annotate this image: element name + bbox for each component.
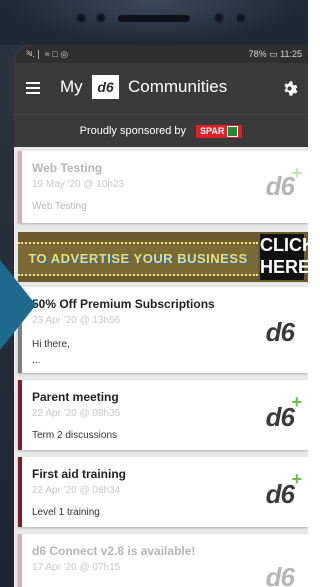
card-d6-logo: d6: [265, 317, 295, 347]
pointer-arrow-overlay: [0, 260, 36, 350]
sponsor-label: Proudly sponsored by: [79, 125, 187, 137]
spar-tree-icon: [227, 125, 239, 137]
hamburger-menu-icon[interactable]: [26, 82, 40, 94]
card-d6-logo: d6: [265, 402, 295, 432]
card-date: 19 May '20 @ 10h23: [32, 179, 125, 190]
camera-icon: [76, 13, 86, 23]
app-title-communities: Communities: [128, 77, 228, 96]
card-title: First aid training: [32, 467, 127, 481]
app-title-my: My: [60, 77, 83, 96]
card-plus-icon: +: [291, 163, 302, 183]
d6-logo: d6: [92, 75, 119, 99]
community-card[interactable]: 50% Off Premium Subscriptions 23 Apr '20…: [18, 287, 308, 373]
status-left: ³ᵍ.❘ ≈ □ ◎: [26, 48, 69, 59]
card-title: d6 Connect v2.8 is available!: [32, 544, 196, 558]
card-body-more: ...: [32, 355, 41, 366]
card-plus-icon: +: [291, 469, 302, 489]
card-date: 22 Apr '20 @ 08h34: [32, 485, 121, 496]
card-title: Web Testing: [32, 161, 103, 175]
card-body: Web Testing: [32, 201, 87, 212]
spar-logo[interactable]: SPAR: [196, 124, 243, 138]
phone-bezel: [0, 0, 308, 45]
card-body: Level 1 training: [32, 507, 100, 518]
app-screen: ³ᵍ.❘ ≈ □ ◎ 78% ▭ 11:25 My d6 Communities…: [14, 45, 308, 587]
iris-sensor-icon: [236, 13, 246, 23]
card-title: 50% Off Premium Subscriptions: [32, 297, 215, 311]
settings-gear-icon[interactable]: [281, 80, 298, 97]
card-date: 17 Apr '20 @ 07h15: [32, 562, 121, 573]
card-body: Hi there,: [32, 339, 70, 350]
card-d6-logo: d6: [265, 562, 295, 587]
community-card[interactable]: d6 Connect v2.8 is available! 17 Apr '20…: [18, 534, 308, 587]
spar-brand: SPAR: [200, 126, 225, 136]
sponsor-bar: Proudly sponsored by SPAR: [14, 114, 308, 147]
card-date: 23 Apr '20 @ 13h56: [32, 315, 121, 326]
community-card[interactable]: Web Testing 19 May '20 @ 10h23 Web Testi…: [18, 151, 308, 223]
status-bar: ³ᵍ.❘ ≈ □ ◎ 78% ▭ 11:25: [14, 45, 308, 63]
sensor-icon: [96, 13, 106, 23]
advertise-banner[interactable]: TO ADVERTISE YOUR BUSINESS CLICK HERE: [18, 232, 308, 282]
community-card[interactable]: Parent meeting 22 Apr '20 @ 08h35 Term 2…: [18, 380, 308, 450]
card-d6-logo: d6: [265, 171, 295, 201]
card-date: 22 Apr '20 @ 08h35: [32, 408, 121, 419]
speaker-grille: [118, 15, 190, 22]
phone-frame: ³ᵍ.❘ ≈ □ ◎ 78% ▭ 11:25 My d6 Communities…: [0, 0, 308, 587]
status-right: 78% ▭ 11:25: [248, 48, 302, 59]
community-card[interactable]: First aid training 22 Apr '20 @ 08h34 Le…: [18, 457, 308, 527]
card-d6-logo: d6: [265, 479, 295, 509]
banner-click-here: CLICK HERE: [260, 234, 308, 280]
card-plus-icon: +: [291, 392, 302, 412]
app-bar: My d6 Communities: [14, 63, 308, 114]
card-body: Term 2 discussions: [32, 430, 118, 441]
card-title: Parent meeting: [32, 390, 119, 404]
banner-text: TO ADVERTISE YOUR BUSINESS: [18, 242, 258, 276]
front-camera-icon: [214, 13, 224, 23]
